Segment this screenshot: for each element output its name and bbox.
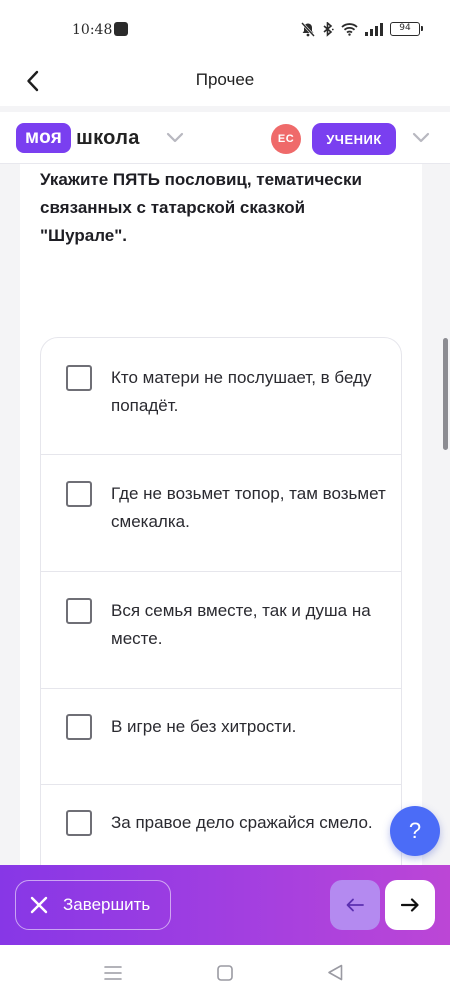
menu-icon[interactable] bbox=[104, 965, 122, 981]
option-item[interactable]: Кто матери не послушает, в беду попадёт. bbox=[41, 338, 401, 455]
option-item[interactable]: В игре не без хитрости. bbox=[41, 689, 401, 785]
option-checkbox[interactable] bbox=[66, 598, 92, 624]
answer-options: Кто матери не послушает, в беду попадёт.… bbox=[40, 337, 402, 917]
system-nav-bar bbox=[0, 945, 450, 1000]
page-title: Прочее bbox=[195, 70, 255, 89]
home-icon[interactable] bbox=[217, 965, 233, 981]
signal-icon bbox=[365, 22, 383, 36]
role-badge[interactable]: УЧЕНИК bbox=[312, 123, 396, 155]
chevron-down-icon[interactable] bbox=[166, 132, 184, 143]
option-label: Кто матери не послушает, в беду попадёт. bbox=[111, 368, 372, 415]
finish-button[interactable]: Завершить bbox=[15, 880, 171, 930]
bottom-action-bar: Завершить bbox=[0, 865, 450, 945]
option-checkbox[interactable] bbox=[66, 810, 92, 836]
close-icon bbox=[29, 895, 49, 915]
chevron-down-icon[interactable] bbox=[412, 132, 430, 143]
option-checkbox[interactable] bbox=[66, 365, 92, 391]
logo-part-2: школа bbox=[76, 126, 140, 149]
option-checkbox[interactable] bbox=[66, 714, 92, 740]
wifi-icon bbox=[341, 23, 358, 36]
logo-part-1: моя bbox=[16, 123, 72, 153]
mute-icon bbox=[301, 21, 315, 37]
previous-button[interactable] bbox=[330, 880, 380, 930]
status-time: 10:48 bbox=[72, 22, 113, 38]
finish-label: Завершить bbox=[63, 895, 151, 914]
option-label: За правое дело сражайся смело. bbox=[111, 813, 373, 832]
option-label: Где не возьмет топор, там возьмет смекал… bbox=[111, 484, 386, 531]
nav-bar: Прочее bbox=[0, 56, 450, 106]
arrow-left-icon bbox=[346, 898, 364, 912]
option-item[interactable]: Где не возьмет топор, там возьмет смекал… bbox=[41, 455, 401, 572]
arrow-right-icon bbox=[401, 898, 419, 912]
scrollbar[interactable] bbox=[443, 338, 448, 450]
next-button[interactable] bbox=[385, 880, 435, 930]
option-checkbox[interactable] bbox=[66, 481, 92, 507]
status-bar: 10:48 94 bbox=[0, 0, 450, 56]
option-item[interactable]: Вся семья вместе, так и душа на месте. bbox=[41, 572, 401, 689]
battery-icon: 94 bbox=[390, 22, 423, 36]
bluetooth-icon bbox=[323, 21, 334, 37]
system-back-icon[interactable] bbox=[327, 964, 343, 981]
avatar[interactable]: ЕС bbox=[271, 124, 301, 154]
app-logo[interactable]: моя школа bbox=[16, 123, 140, 153]
status-icons: 94 bbox=[301, 21, 423, 37]
option-label: Вся семья вместе, так и душа на месте. bbox=[111, 601, 371, 648]
notification-app-icon bbox=[114, 22, 128, 36]
question-text: Укажите ПЯТЬ пословиц, тематически связа… bbox=[40, 170, 362, 245]
help-button[interactable]: ? bbox=[390, 806, 440, 856]
option-label: В игре не без хитрости. bbox=[111, 717, 297, 736]
